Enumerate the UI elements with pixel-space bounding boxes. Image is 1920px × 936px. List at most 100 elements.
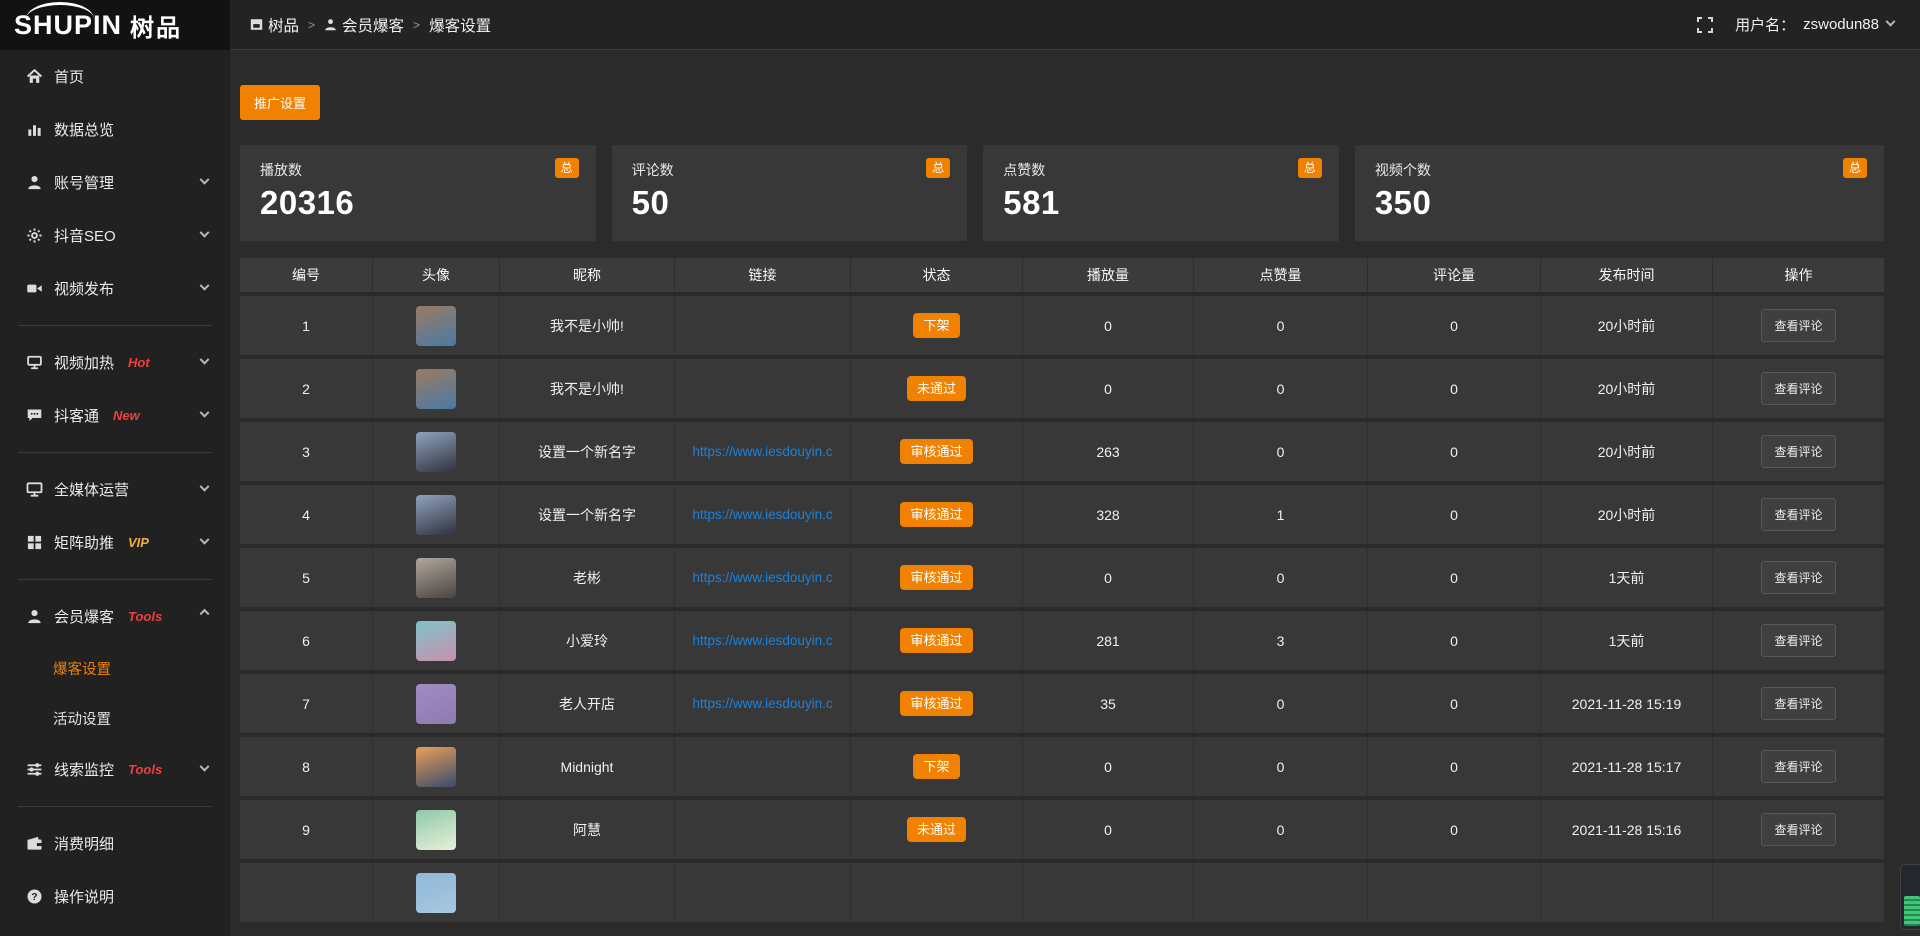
sidebar-item-data-overview[interactable]: 数据总览 [0, 103, 230, 156]
cell-plays: 0 [1023, 737, 1194, 796]
cell-nickname: 设置一个新名字 [500, 485, 675, 544]
gear-icon [26, 227, 43, 244]
sidebar-item-home[interactable]: 首页 [0, 50, 230, 103]
breadcrumb-label: 树品 [268, 14, 299, 36]
breadcrumb-item-member[interactable]: 会员爆客 [324, 14, 404, 36]
sidebar-item-member-baoke[interactable]: 会员爆客 Tools [0, 590, 230, 643]
stat-label: 点赞数 [1003, 160, 1319, 180]
grid-icon [26, 534, 43, 551]
cell-status: 下架 [851, 296, 1023, 355]
chevron-down-icon [200, 482, 210, 492]
sidebar-item-account[interactable]: 账号管理 [0, 156, 230, 209]
cell-avatar [373, 359, 500, 418]
video-link[interactable]: https://www.iesdouyin.c [692, 633, 832, 648]
status-badge[interactable]: 审核通过 [900, 565, 972, 590]
sidebar-item-tag: Tools [128, 609, 162, 624]
video-link[interactable]: https://www.iesdouyin.c [692, 507, 832, 522]
cell-time: 2021-11-28 15:16 [1541, 800, 1713, 859]
breadcrumb-item-shupin[interactable]: 树品 [250, 14, 299, 36]
status-badge[interactable]: 审核通过 [900, 502, 972, 527]
video-link[interactable]: https://www.iesdouyin.c [692, 444, 832, 459]
sidebar-item-douyin-seo[interactable]: 抖音SEO [0, 209, 230, 262]
cell-comments: 0 [1368, 548, 1541, 607]
floating-widget[interactable] [1900, 864, 1920, 930]
cell-status: 未通过 [851, 359, 1023, 418]
cell-link: https://www.iesdouyin.c [675, 422, 851, 481]
sidebar-item-all-media[interactable]: 全媒体运营 [0, 463, 230, 516]
col-header-time: 发布时间 [1541, 258, 1713, 292]
sidebar-item-label: 会员爆客 [54, 606, 114, 627]
col-header-link: 链接 [675, 258, 851, 292]
cell-plays: 328 [1023, 485, 1194, 544]
cell-likes: 1 [1194, 485, 1368, 544]
sidebar-item-video-publish[interactable]: 视频发布 [0, 262, 230, 315]
breadcrumb-separator: > [308, 18, 315, 32]
view-comments-button[interactable]: 查看评论 [1761, 309, 1835, 342]
chevron-up-icon [200, 609, 210, 619]
sidebar-item-doukstong[interactable]: 抖客通New [0, 389, 230, 442]
view-comments-button[interactable]: 查看评论 [1761, 435, 1835, 468]
cell-likes: 0 [1194, 422, 1368, 481]
cell-link: https://www.iesdouyin.c [675, 485, 851, 544]
sidebar-item-clue-monitor[interactable]: 线索监控Tools [0, 743, 230, 796]
cell-id: 9 [240, 800, 373, 859]
stat-value: 50 [632, 184, 948, 222]
view-comments-button[interactable]: 查看评论 [1761, 561, 1835, 594]
status-badge[interactable]: 下架 [913, 754, 959, 779]
view-comments-button[interactable]: 查看评论 [1761, 624, 1835, 657]
status-badge[interactable]: 审核通过 [900, 628, 972, 653]
col-header-plays: 播放量 [1023, 258, 1194, 292]
chevron-down-icon [1886, 17, 1896, 27]
cell-plays: 35 [1023, 674, 1194, 733]
table-row: 5老彬https://www.iesdouyin.c审核通过0001天前查看评论 [240, 544, 1884, 607]
video-link[interactable]: https://www.iesdouyin.c [692, 570, 832, 585]
view-comments-button[interactable]: 查看评论 [1761, 750, 1835, 783]
sidebar-subitem-activity-settings[interactable]: 活动设置 [0, 693, 230, 743]
view-comments-button[interactable]: 查看评论 [1761, 498, 1835, 531]
sidebar-item-help[interactable]: ?操作说明 [0, 870, 230, 923]
avatar [416, 432, 456, 472]
cell-status: 未通过 [851, 800, 1023, 859]
status-badge[interactable]: 下架 [913, 313, 959, 338]
cell-status: 审核通过 [851, 674, 1023, 733]
chat-icon [26, 407, 43, 424]
table-row: 2我不是小帅!未通过00020小时前查看评论 [240, 355, 1884, 418]
col-header-id: 编号 [240, 258, 373, 292]
col-header-action: 操作 [1713, 258, 1884, 292]
sidebar-item-video-heat[interactable]: 视频加热Hot [0, 336, 230, 389]
breadcrumb-item-current[interactable]: 爆客设置 [429, 14, 491, 36]
status-badge[interactable]: 未通过 [907, 817, 966, 842]
cell-time: 1天前 [1541, 611, 1713, 670]
sidebar-item-spend-detail[interactable]: 消费明细 [0, 817, 230, 870]
cell-plays: 0 [1023, 296, 1194, 355]
cell-id: 5 [240, 548, 373, 607]
user-menu[interactable]: 用户名：zswodun88 [1735, 14, 1894, 35]
cell-nickname: 老人开店 [500, 674, 675, 733]
sidebar-item-matrix-boost[interactable]: 矩阵助推VIP [0, 516, 230, 569]
cell-avatar [373, 611, 500, 670]
sidebar-item-tag: Hot [128, 355, 150, 370]
sidebar-item-label: 抖客通 [54, 405, 99, 426]
app-logo[interactable]: SHUPIN 树品 [0, 0, 230, 50]
total-badge: 总 [926, 158, 950, 178]
view-comments-button[interactable]: 查看评论 [1761, 813, 1835, 846]
sidebar-subitem-baoke-settings[interactable]: 爆客设置 [0, 643, 230, 693]
chevron-down-icon [200, 762, 210, 772]
cell-nickname: 我不是小帅! [500, 296, 675, 355]
person-icon [324, 18, 337, 31]
view-comments-button[interactable]: 查看评论 [1761, 372, 1835, 405]
sidebar-subitem-label: 活动设置 [53, 708, 111, 729]
total-badge: 总 [1843, 158, 1867, 178]
stat-card-comments: 评论数总50 [612, 145, 968, 241]
display-icon [26, 481, 43, 498]
fullscreen-icon[interactable] [1697, 17, 1713, 33]
promo-settings-button[interactable]: 推广设置 [240, 85, 320, 120]
status-badge[interactable]: 未通过 [907, 376, 966, 401]
video-link[interactable]: https://www.iesdouyin.c [692, 696, 832, 711]
cell-likes: 0 [1194, 674, 1368, 733]
status-badge[interactable]: 审核通过 [900, 691, 972, 716]
status-badge[interactable]: 审核通过 [900, 439, 972, 464]
view-comments-button[interactable]: 查看评论 [1761, 687, 1835, 720]
cell-action: 查看评论 [1713, 422, 1884, 481]
sidebar-subitem-label: 爆客设置 [53, 658, 111, 679]
